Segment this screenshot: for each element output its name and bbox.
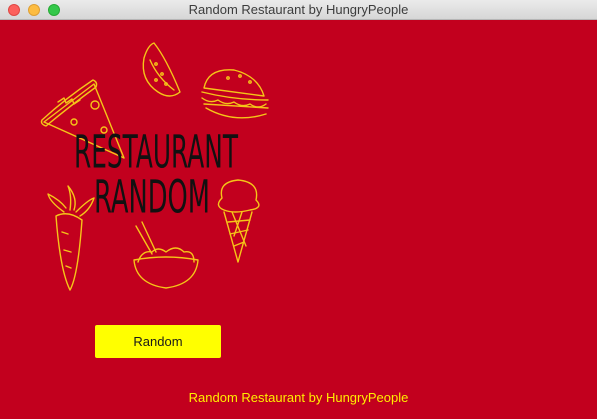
title-bar[interactable]: Random Restaurant by HungryPeople	[0, 0, 597, 20]
logo-line-2: RANDOM	[94, 171, 210, 224]
footer-text: Random Restaurant by HungryPeople	[188, 390, 409, 405]
burger-icon	[201, 69, 269, 119]
window-title: Random Restaurant by HungryPeople	[188, 2, 409, 17]
random-button[interactable]: Random	[95, 325, 221, 358]
app-window: Random Restaurant by HungryPeople RESTAU…	[0, 0, 597, 419]
restaurant-logo-illustration: RESTAURANT RANDOM	[38, 40, 278, 292]
noodle-bowl-icon	[133, 221, 199, 289]
watermelon-icon	[142, 42, 181, 97]
ice-cream-icon	[217, 179, 260, 263]
logo-lettering: RESTAURANT RANDOM	[74, 126, 238, 224]
carrot-icon	[47, 185, 95, 291]
